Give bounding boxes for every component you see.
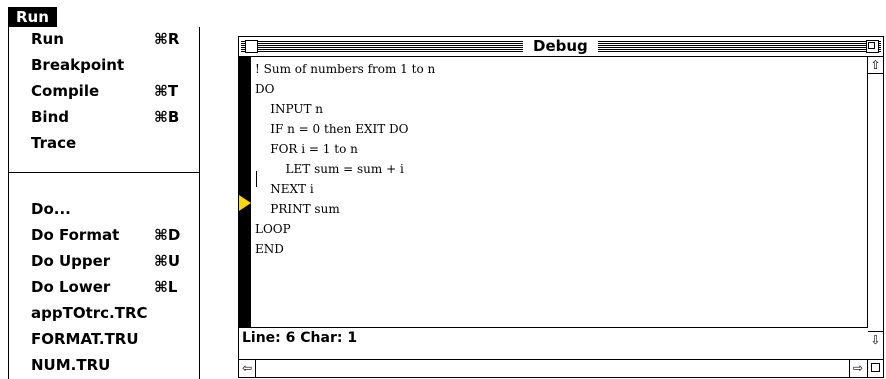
menu-separator: [9, 172, 199, 173]
menu-item-bind[interactable]: Bind ⌘B: [9, 105, 199, 130]
code-line: PRINT sum: [255, 202, 340, 216]
code-line: IF n = 0 then EXIT DO: [255, 122, 409, 136]
menu-item-compile[interactable]: Compile ⌘T: [9, 79, 199, 104]
menu-item-label: Do Format: [31, 226, 120, 244]
window-title: Debug: [523, 37, 598, 56]
menu-item-label: Do...: [31, 200, 71, 218]
code-line: FOR i = 1 to n: [255, 142, 358, 156]
zoom-box-icon[interactable]: [866, 40, 879, 53]
menu-item-label: Bind: [31, 108, 69, 126]
menu-item-label: Do Upper: [31, 252, 111, 270]
menu-item-label: FORMAT.TRU: [31, 330, 139, 348]
menu-item-label: Trace: [31, 134, 77, 152]
title-bar[interactable]: Debug: [239, 37, 883, 57]
menu-item-label: Compile: [31, 82, 100, 100]
menu-item-do-format[interactable]: Do Format ⌘D: [9, 223, 199, 248]
menu-item-label: Run: [31, 30, 64, 48]
vertical-scrollbar[interactable]: ⇧ ⇩: [867, 57, 883, 348]
code-editor[interactable]: ! Sum of numbers from 1 to n DO INPUT n …: [255, 59, 435, 259]
scroll-right-icon[interactable]: ⇨: [849, 360, 866, 377]
menu-item-apptotrc[interactable]: appTOtrc.TRC: [9, 301, 199, 326]
code-line: LOOP: [255, 222, 291, 236]
menu-item-shortcut: ⌘L: [154, 278, 178, 296]
menu-item-label: Do Lower: [31, 278, 111, 296]
menu-item-label: Breakpoint: [31, 56, 125, 74]
scroll-left-icon[interactable]: ⇦: [239, 360, 256, 377]
breakpoint-arrow-icon: [239, 195, 251, 211]
menu-item-breakpoint[interactable]: Breakpoint: [9, 53, 199, 78]
code-line: ! Sum of numbers from 1 to n: [255, 62, 436, 76]
menu-item-run[interactable]: Run ⌘R: [9, 27, 199, 52]
menu-item-do[interactable]: Do...: [9, 197, 199, 222]
code-line: END: [255, 242, 284, 256]
text-caret: [256, 171, 257, 187]
menu-item-trace[interactable]: Trace: [9, 131, 199, 156]
grow-box-icon[interactable]: [867, 360, 883, 377]
scroll-down-icon[interactable]: ⇩: [868, 331, 883, 348]
horizontal-scrollbar[interactable]: ⇦ ⇨: [239, 359, 883, 377]
menu-item-shortcut: ⌘D: [154, 226, 181, 244]
menu-item-num-tru[interactable]: NUM.TRU: [9, 353, 199, 378]
code-line: LET sum = sum + i: [255, 162, 404, 176]
menu-item-shortcut: ⌘B: [154, 108, 180, 126]
menu-item-format-tru[interactable]: FORMAT.TRU: [9, 327, 199, 352]
menu-item-do-upper[interactable]: Do Upper ⌘U: [9, 249, 199, 274]
menu-item-shortcut: ⌘U: [154, 252, 181, 270]
menu-item-shortcut: ⌘T: [154, 82, 179, 100]
menu-item-label: NUM.TRU: [31, 356, 111, 374]
code-line: INPUT n: [255, 102, 324, 116]
menu-item-do-lower[interactable]: Do Lower ⌘L: [9, 275, 199, 300]
breakpoint-gutter[interactable]: [239, 57, 251, 348]
run-menu: Run ⌘R Breakpoint Compile ⌘T Bind ⌘B Tra…: [8, 27, 200, 379]
menu-item-shortcut: ⌘R: [154, 30, 180, 48]
code-line: DO: [255, 82, 275, 96]
scroll-up-icon[interactable]: ⇧: [868, 57, 883, 74]
code-line: NEXT i: [255, 182, 314, 196]
run-menu-title[interactable]: Run: [8, 7, 57, 27]
status-line: Line: 6 Char: 1: [239, 327, 868, 349]
close-box-icon[interactable]: [245, 40, 258, 53]
menu-item-label: appTOtrc.TRC: [31, 304, 148, 322]
debug-window: Debug ! Sum of numbers from 1 to n DO IN…: [238, 36, 884, 378]
